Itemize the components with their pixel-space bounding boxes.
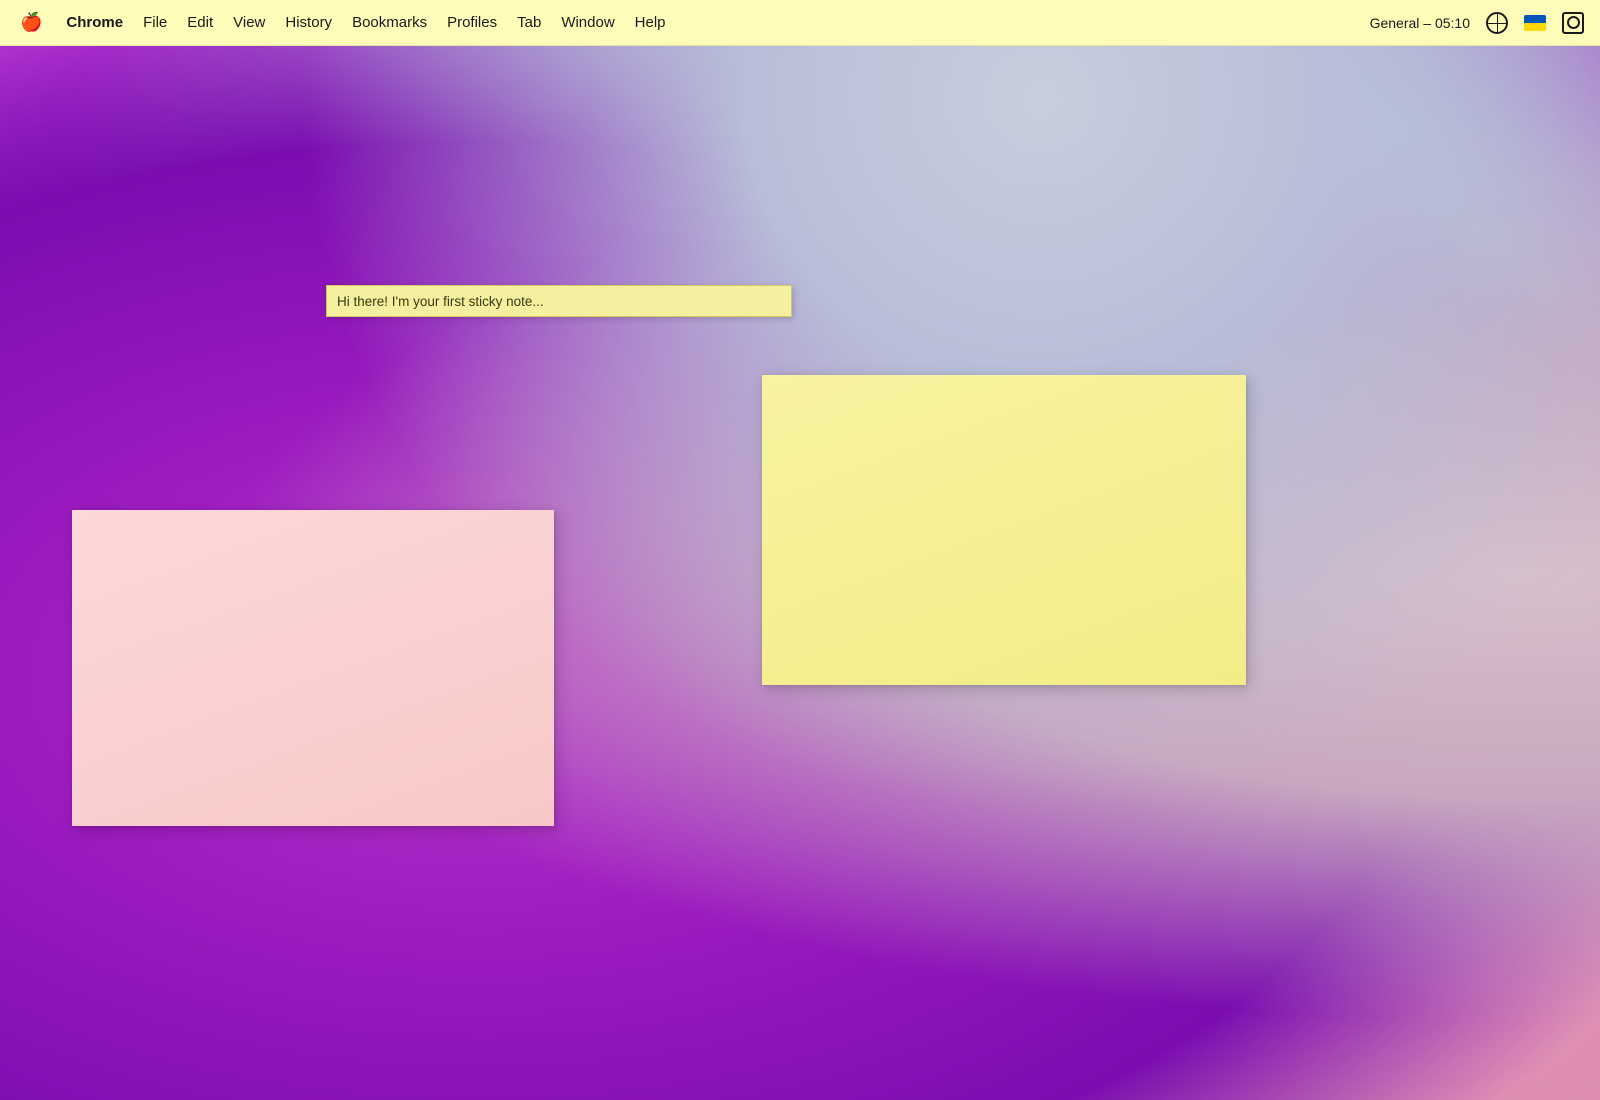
flag-icon[interactable] bbox=[1520, 13, 1550, 33]
sticky-note-small[interactable]: Hi there! I'm your first sticky note... bbox=[326, 285, 792, 317]
globe-icon[interactable] bbox=[1482, 10, 1512, 36]
menu-edit[interactable]: Edit bbox=[177, 10, 223, 35]
menu-bar: 🍎 Chrome File Edit View History Bookmark… bbox=[0, 0, 1600, 46]
menu-window[interactable]: Window bbox=[551, 10, 624, 35]
camera-icon[interactable] bbox=[1558, 10, 1588, 36]
menubar-right-group: General – 05:10 bbox=[1366, 10, 1588, 36]
status-time-label[interactable]: General – 05:10 bbox=[1366, 13, 1474, 33]
menu-file[interactable]: File bbox=[133, 10, 177, 35]
sticky-note-yellow[interactable] bbox=[762, 375, 1246, 685]
menu-history[interactable]: History bbox=[275, 10, 342, 35]
menu-bookmarks[interactable]: Bookmarks bbox=[342, 10, 437, 35]
menu-help[interactable]: Help bbox=[625, 10, 676, 35]
menu-chrome[interactable]: Chrome bbox=[56, 10, 133, 35]
sticky-note-pink[interactable] bbox=[72, 510, 554, 826]
sticky-note-small-text: Hi there! I'm your first sticky note... bbox=[337, 294, 544, 309]
flag-bottom bbox=[1524, 23, 1546, 31]
flag-top bbox=[1524, 15, 1546, 23]
menu-tab[interactable]: Tab bbox=[507, 10, 551, 35]
apple-menu[interactable]: 🍎 bbox=[12, 8, 50, 37]
menu-profiles[interactable]: Profiles bbox=[437, 10, 507, 35]
menu-view[interactable]: View bbox=[223, 10, 275, 35]
